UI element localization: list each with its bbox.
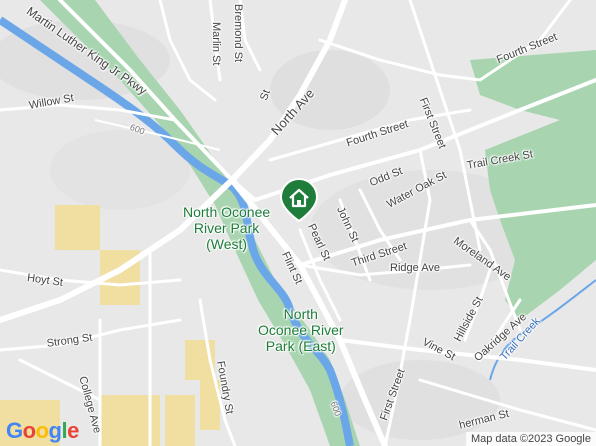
logo-letter: e xyxy=(67,418,79,443)
map-view[interactable]: Martin Luther King Jr Pkwy Bremond St Ma… xyxy=(0,0,596,446)
park-label-east-line-1: North xyxy=(283,306,318,322)
park-label-west-line-2: River Park xyxy=(193,220,260,236)
park-label-east-line-2: Oconee River xyxy=(258,322,344,338)
logo-letter: o xyxy=(22,418,36,443)
logo-letter: o xyxy=(35,418,49,443)
home-marker-icon[interactable] xyxy=(279,177,319,223)
google-logo: Google xyxy=(6,418,79,444)
park-label-east: North Oconee River Park (East) xyxy=(258,306,344,354)
park-label-east-line-3: Park (East) xyxy=(265,338,336,354)
park-label-west-line-3: (West) xyxy=(206,236,248,252)
park-label-west-line-1: North Oconee xyxy=(183,204,271,220)
logo-letter: g xyxy=(48,418,62,443)
logo-letter: G xyxy=(6,418,23,443)
map-base-layer xyxy=(0,0,596,446)
map-attribution[interactable]: Map data ©2023 Google xyxy=(465,432,596,446)
street-label-bremond: Bremond St xyxy=(232,4,244,63)
street-label-ridge: Ridge Ave xyxy=(390,262,440,274)
park-label-west: North Oconee River Park (West) xyxy=(183,204,270,252)
street-label-marlin: Marlin St xyxy=(210,22,222,66)
